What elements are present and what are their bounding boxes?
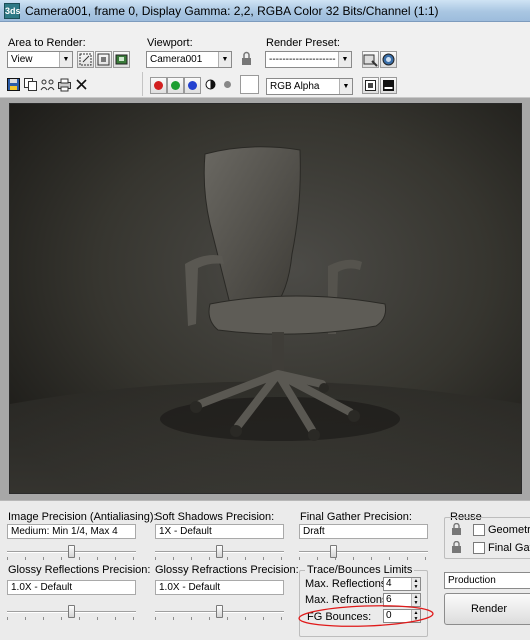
display-channel-icon[interactable] — [362, 77, 379, 94]
trace-bounces-label: Trace/Bounces Limits — [305, 564, 415, 576]
glossy-refractions-field[interactable]: 1.0X - Default — [155, 580, 284, 595]
final-gather-reuse-label: Final Gather — [488, 542, 530, 554]
final-gather-precision-field[interactable]: Draft — [299, 524, 428, 539]
render-preset-label: Render Preset: — [266, 37, 340, 49]
slider-thumb[interactable] — [68, 545, 75, 558]
display-channel-dropdown[interactable]: RGB Alpha ▼ — [266, 78, 353, 95]
mono-icon[interactable] — [202, 77, 219, 94]
render-setup-icon[interactable] — [362, 51, 379, 68]
lock-icon[interactable] — [238, 51, 255, 68]
auto-region-icon[interactable] — [95, 51, 112, 68]
color-swatch-icon[interactable] — [240, 75, 259, 94]
blue-channel-icon[interactable] — [184, 77, 201, 94]
slider-thumb[interactable] — [216, 605, 223, 618]
copy-icon[interactable] — [22, 77, 39, 94]
render-viewport — [0, 98, 530, 500]
green-channel-icon[interactable] — [167, 77, 184, 94]
chevron-down-icon: ▼ — [59, 52, 72, 67]
slider-thumb[interactable] — [330, 545, 337, 558]
area-to-render-dropdown[interactable]: View ▼ — [7, 51, 73, 68]
soft-shadows-slider[interactable] — [155, 545, 284, 560]
max-reflections-label: Max. Reflections: — [305, 578, 390, 590]
glossy-reflections-field[interactable]: 1.0X - Default — [7, 580, 136, 595]
chevron-down-icon: ▼ — [339, 79, 352, 94]
red-channel-icon[interactable] — [150, 77, 167, 94]
soft-shadows-label: Soft Shadows Precision: — [155, 511, 275, 523]
app-icon: 3ds — [4, 3, 21, 19]
window-title: Camera001, frame 0, Display Gamma: 2,2, … — [25, 4, 439, 18]
print-icon[interactable] — [56, 77, 73, 94]
viewport-label: Viewport: — [147, 37, 193, 49]
office-chair-render — [10, 104, 521, 493]
production-dropdown[interactable]: Production — [444, 572, 530, 589]
spinner-arrows-icon[interactable]: ▲ ▼ — [411, 578, 420, 590]
glossy-refractions-slider[interactable] — [155, 605, 284, 620]
clone-icon[interactable] — [39, 77, 56, 94]
lock-icon[interactable] — [451, 523, 462, 535]
rendered-image — [9, 103, 522, 494]
alpha-icon[interactable] — [219, 77, 236, 94]
render-button[interactable]: Render — [444, 593, 530, 625]
lock-icon[interactable] — [451, 541, 462, 553]
render-region-icon[interactable] — [113, 51, 130, 68]
frame-toggle-icon[interactable] — [380, 77, 397, 94]
glossy-reflections-label: Glossy Reflections Precision: — [8, 564, 151, 576]
chevron-down-icon: ▼ — [218, 52, 231, 67]
toolbar-separator — [142, 72, 143, 96]
image-precision-field[interactable]: Medium: Min 1/4, Max 4 — [7, 524, 136, 539]
render-frame-toolbar: Area to Render: View ▼ Viewport: Camera00… — [0, 22, 530, 98]
environment-icon[interactable] — [380, 51, 397, 68]
chevron-down-icon: ▼ — [338, 52, 351, 67]
slider-thumb[interactable] — [216, 545, 223, 558]
max-reflections-spinner[interactable]: 4 ▲ ▼ — [383, 577, 421, 591]
geometry-checkbox[interactable] — [473, 524, 485, 536]
window-title-bar: 3ds Camera001, frame 0, Display Gamma: 2… — [0, 0, 530, 22]
clear-icon[interactable] — [73, 77, 90, 94]
geometry-label: Geometry — [488, 524, 530, 536]
soft-shadows-field[interactable]: 1X - Default — [155, 524, 284, 539]
save-icon[interactable] — [5, 77, 22, 94]
final-gather-precision-label: Final Gather Precision: — [300, 511, 412, 523]
glossy-refractions-label: Glossy Refractions Precision: — [155, 564, 299, 576]
glossy-reflections-slider[interactable] — [7, 605, 136, 620]
final-gather-reuse-checkbox[interactable] — [473, 542, 485, 554]
slider-thumb[interactable] — [68, 605, 75, 618]
area-to-render-label: Area to Render: — [8, 37, 86, 49]
image-precision-slider[interactable] — [7, 545, 136, 560]
image-precision-label: Image Precision (Antialiasing): — [8, 511, 157, 523]
fg-bounces-highlight-ellipse — [298, 605, 434, 627]
final-gather-precision-slider[interactable] — [299, 545, 428, 560]
render-preset-dropdown[interactable]: -------------------- ▼ — [265, 51, 352, 68]
edit-region-icon[interactable] — [77, 51, 94, 68]
viewport-dropdown[interactable]: Camera001 ▼ — [146, 51, 232, 68]
